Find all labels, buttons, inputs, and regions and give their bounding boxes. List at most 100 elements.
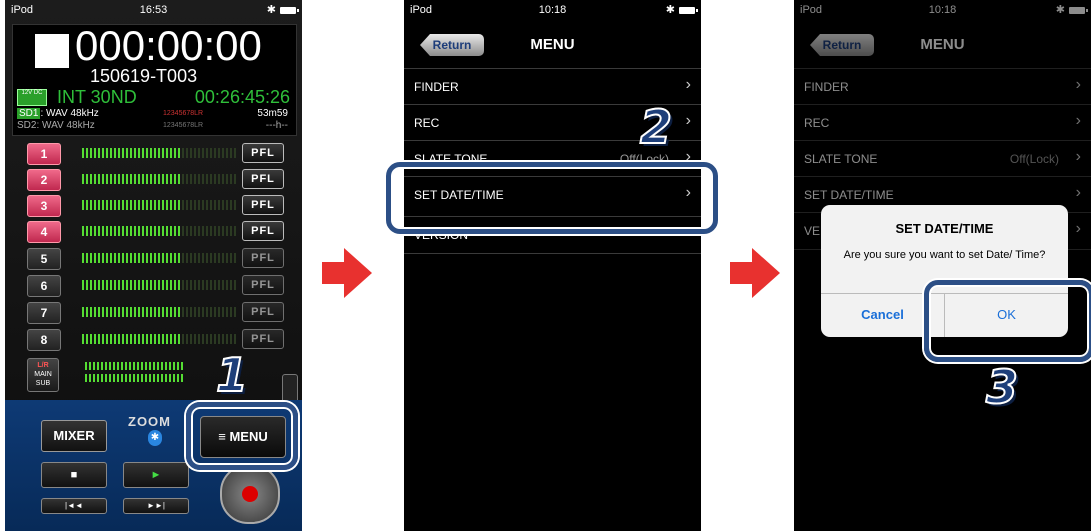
- pfl-button[interactable]: PFL: [242, 221, 284, 241]
- record-button[interactable]: [220, 464, 280, 524]
- fast-forward-button[interactable]: ►►|: [123, 498, 189, 514]
- chevron-right-icon: ›: [685, 76, 691, 93]
- zoom-logo: ZOOM: [128, 414, 171, 429]
- nav-bar: Return MENU: [794, 22, 1091, 66]
- main-meter-r: [85, 374, 185, 382]
- battery-icon: [280, 7, 299, 14]
- bluetooth-icon: ✱: [266, 4, 276, 16]
- highlight-set-date-time: [386, 162, 718, 234]
- step-3-number: 3: [985, 359, 1019, 415]
- level-meter: [82, 200, 237, 210]
- channel-6-button[interactable]: 6: [27, 275, 61, 297]
- menu-item-value: Off(Lock): [1009, 152, 1059, 166]
- chevron-right-icon: ›: [1075, 184, 1081, 201]
- level-meter: [82, 226, 237, 236]
- battery-icon: [1069, 7, 1088, 14]
- rewind-button[interactable]: |◄◄: [41, 498, 107, 514]
- sd1-label: SD1: [17, 108, 41, 119]
- channel-1-button[interactable]: 1: [27, 143, 61, 165]
- sd2-remain: ---h--: [265, 120, 288, 131]
- channel-strip-5: 5 PFL: [27, 248, 287, 270]
- menu-item-label: FINDER: [804, 80, 849, 94]
- sd2-format: : WAV 48kHz: [36, 120, 95, 131]
- clock: 16:53: [139, 4, 168, 16]
- highlight-ok-button: [924, 280, 1091, 362]
- level-meter: [82, 307, 237, 317]
- sd1-info: SD1: WAV 48kHz: [17, 108, 99, 119]
- menu-item-label: SLATE TONE: [804, 152, 878, 166]
- bluetooth-icon: ✱: [148, 430, 162, 446]
- menu-item-rec[interactable]: REC ›: [794, 104, 1091, 141]
- main-lr-label: L/R: [37, 362, 49, 369]
- take-name: 150619-T003: [90, 66, 198, 86]
- pfl-button[interactable]: PFL: [242, 329, 284, 349]
- bluetooth-icon: ✱: [665, 4, 675, 16]
- channel-2-button[interactable]: 2: [27, 169, 61, 191]
- sd1-tracks: 12345678LR: [163, 110, 204, 117]
- channel-strip-6: 6 PFL: [27, 275, 287, 297]
- channel-strip-7: 7 PFL: [27, 302, 287, 324]
- channel-strip-1: 1 PFL: [27, 143, 287, 165]
- sd2-info: SD2: WAV 48kHz: [17, 120, 95, 131]
- channel-7-button[interactable]: 7: [27, 302, 61, 324]
- menu-item-label: REC: [804, 116, 830, 130]
- status-bar: iPod 10:18 ✱: [794, 0, 1091, 22]
- menu-item-label: REC: [414, 116, 440, 130]
- input-source: INT 30ND: [57, 87, 137, 107]
- menu-item-finder[interactable]: FINDER ›: [794, 68, 1091, 105]
- step-1-number: 1: [215, 347, 249, 403]
- menu-item-label: SET DATE/TIME: [804, 188, 894, 202]
- level-meter: [82, 148, 237, 158]
- level-meter: [82, 334, 237, 344]
- highlight-menu-button: [186, 402, 298, 470]
- timecode: 000:00:00: [75, 22, 262, 69]
- channel-8-button[interactable]: 8: [27, 329, 61, 351]
- main-meter-l: [85, 362, 185, 370]
- sd2-tracks: 12345678LR: [163, 122, 204, 129]
- channel-strip-3: 3 PFL: [27, 195, 287, 217]
- pfl-button[interactable]: PFL: [242, 275, 284, 295]
- chevron-right-icon: ›: [1075, 112, 1081, 129]
- sd1-remain: 53m59: [257, 108, 288, 119]
- channel-3-button[interactable]: 3: [27, 195, 61, 217]
- menu-item-label: FINDER: [414, 80, 459, 94]
- page-title: MENU: [530, 36, 575, 53]
- main-label: MAIN: [34, 371, 52, 378]
- channel-5-button[interactable]: 5: [27, 248, 61, 270]
- battery-status-icon: 12V DC: [17, 89, 47, 106]
- phone-screen-dialog: iPod 10:18 ✱ Return MENU FINDER › REC › …: [794, 0, 1091, 531]
- sub-label: SUB: [35, 380, 51, 387]
- play-button[interactable]: ►: [123, 462, 189, 488]
- step-2-number: 2: [639, 99, 673, 155]
- stop-status-icon: [35, 34, 69, 68]
- pfl-button[interactable]: PFL: [242, 248, 284, 268]
- pfl-button[interactable]: PFL: [242, 143, 284, 163]
- level-meter: [82, 174, 237, 184]
- sd2-label: SD2: [17, 120, 37, 131]
- pfl-button[interactable]: PFL: [242, 302, 284, 322]
- level-meter: [82, 280, 237, 290]
- main-lr-button[interactable]: L/R MAIN SUB: [27, 358, 59, 392]
- menu-item-label: VE: [804, 224, 821, 238]
- chevron-right-icon: ›: [1075, 220, 1081, 237]
- phone-screen-menu: iPod 10:18 ✱ Return MENU FINDER › REC › …: [404, 0, 701, 531]
- chevron-right-icon: ›: [1075, 148, 1081, 165]
- bluetooth-icon: ✱: [1055, 4, 1065, 16]
- clock: 10:18: [538, 4, 567, 16]
- stop-button[interactable]: ■: [41, 462, 107, 488]
- nav-bar: Return MENU: [404, 22, 701, 66]
- channel-strip-4: 4 PFL: [27, 221, 287, 243]
- page-title: MENU: [920, 36, 965, 53]
- remaining-time: 00:26:45:26: [194, 87, 290, 107]
- channel-4-button[interactable]: 4: [27, 221, 61, 243]
- battery-icon: [679, 7, 698, 14]
- pfl-button[interactable]: PFL: [242, 169, 284, 189]
- level-meter: [82, 253, 237, 263]
- pfl-button[interactable]: PFL: [242, 195, 284, 215]
- mixer-button[interactable]: MIXER: [41, 420, 107, 452]
- dialog-title: SET DATE/TIME: [895, 221, 994, 236]
- status-bar: iPod 16:53 ✱: [5, 0, 302, 22]
- menu-item-slate-tone[interactable]: SLATE TONE Off(Lock) ›: [794, 140, 1091, 177]
- status-bar: iPod 10:18 ✱: [404, 0, 701, 22]
- channel-strip-2: 2 PFL: [27, 169, 287, 191]
